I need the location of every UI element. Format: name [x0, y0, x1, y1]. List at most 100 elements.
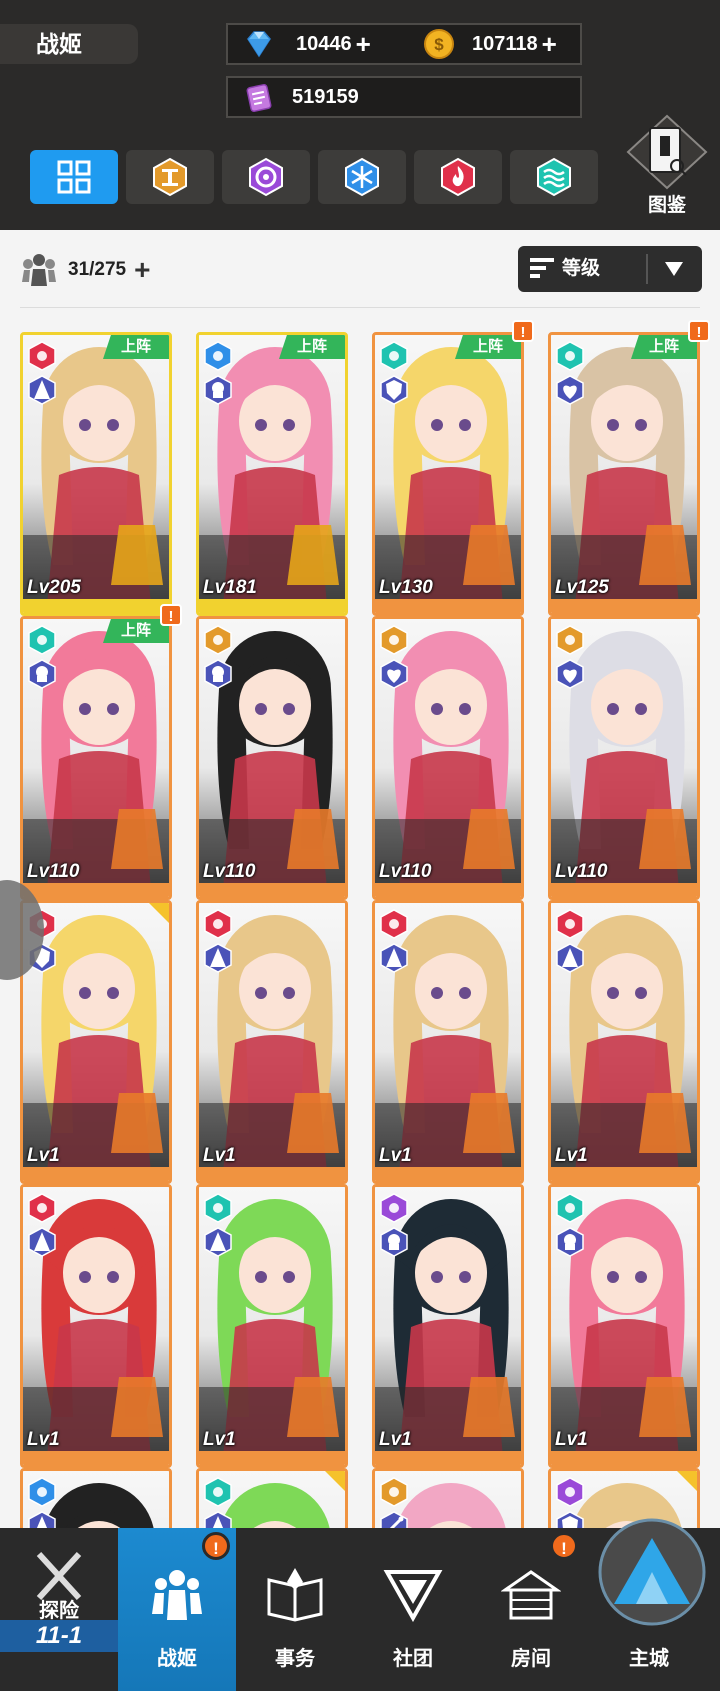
nav-explore-label: 探险 [39, 1600, 79, 1622]
role-badge-icon [556, 1227, 584, 1257]
coin-currency[interactable]: $ 107118 + [422, 25, 557, 63]
nav-main-city-label: 主城 [629, 1648, 669, 1670]
rarity-bar [199, 1451, 345, 1465]
rarity-bar [23, 599, 169, 613]
swirl-element-icon [249, 157, 283, 197]
rarity-bar [551, 599, 697, 613]
nav-explore[interactable]: 探险 11-1 [0, 1528, 118, 1691]
sort-dropdown[interactable]: 等级 [518, 246, 702, 292]
character-card[interactable]: Lv205 上阵 [20, 332, 172, 616]
character-card[interactable]: Lv130 上阵 [372, 332, 524, 616]
tab-fire[interactable] [414, 150, 502, 204]
nav-guild-label: 社团 [393, 1648, 433, 1670]
nav-affairs[interactable]: 事务 [236, 1528, 354, 1691]
element-badge-icon [28, 1193, 56, 1223]
rarity-bar [551, 1167, 697, 1181]
coin-amount: 107118 [472, 32, 538, 55]
group-icon [22, 254, 56, 286]
character-card[interactable]: Lv1 [548, 1184, 700, 1468]
add-coins-icon[interactable]: + [542, 31, 557, 57]
clipboard-icon [246, 83, 272, 113]
rarity-bar [23, 883, 169, 897]
svg-text:$: $ [434, 35, 444, 54]
character-level: Lv1 [379, 1145, 412, 1166]
atlas-label: 图鉴 [647, 195, 686, 216]
role-badge-icon [556, 659, 584, 689]
new-corner-marker [149, 903, 169, 923]
character-card[interactable]: Lv110 [196, 616, 348, 900]
add-gems-icon[interactable]: + [356, 31, 371, 57]
roster-count-text: 31/275 [68, 259, 127, 280]
card-alert-badge: ! [688, 320, 710, 342]
character-level: Lv1 [555, 1429, 588, 1450]
ticket-currency[interactable]: 519159 [242, 78, 359, 116]
tab-void[interactable] [222, 150, 310, 204]
currency-bar-secondary: 519159 [226, 76, 582, 118]
character-level: Lv1 [203, 1145, 236, 1166]
character-card[interactable]: Lv110 [548, 616, 700, 900]
snowflake-element-icon [345, 157, 379, 197]
rarity-bar [375, 599, 521, 613]
role-badge-icon [556, 943, 584, 973]
role-badge-icon [556, 375, 584, 405]
expand-roster-icon[interactable]: + [134, 256, 150, 284]
element-badge-icon [204, 1477, 232, 1507]
role-badge-icon [28, 659, 56, 689]
sort-icon [530, 258, 554, 278]
character-card[interactable]: Lv1 [372, 900, 524, 1184]
card-alert-badge: ! [512, 320, 534, 342]
role-badge-icon [204, 375, 232, 405]
character-card[interactable]: Lv125 上阵 [548, 332, 700, 616]
role-badge-icon [380, 375, 408, 405]
nav-heroines[interactable]: 战姬 ! [118, 1528, 236, 1691]
element-badge-icon [204, 341, 232, 371]
element-badge-icon [204, 1193, 232, 1223]
atlas-button[interactable]: 图鉴 [622, 114, 712, 218]
deployed-badge: 上阵 [279, 335, 345, 359]
character-level: Lv110 [555, 861, 608, 882]
character-card[interactable]: Lv1 [548, 900, 700, 1184]
tab-ice[interactable] [318, 150, 406, 204]
nav-guild[interactable]: 社团 [354, 1528, 472, 1691]
role-badge-icon [204, 1227, 232, 1257]
rarity-bar [23, 1451, 169, 1465]
character-card[interactable]: Lv1 [196, 900, 348, 1184]
nav-affairs-label: 事务 [275, 1648, 315, 1670]
role-badge-icon [204, 659, 232, 689]
character-card[interactable]: Lv181 上阵 [196, 332, 348, 616]
nav-main-city[interactable]: 主城 [590, 1518, 720, 1691]
group-icon [152, 1570, 202, 1620]
guild-emblem-icon [383, 1570, 443, 1622]
role-badge-icon [204, 943, 232, 973]
element-badge-icon [380, 341, 408, 371]
nav-heroines-label: 战姬 [157, 1648, 197, 1670]
rarity-bar [23, 1167, 169, 1181]
character-level: Lv1 [27, 1145, 60, 1166]
character-level: Lv1 [555, 1145, 588, 1166]
role-badge-icon [380, 1227, 408, 1257]
gem-currency[interactable]: 10446 + [242, 25, 371, 63]
coin-icon: $ [424, 29, 454, 59]
character-level: Lv181 [203, 577, 257, 598]
role-badge-icon [28, 375, 56, 405]
tab-water[interactable] [510, 150, 598, 204]
character-level: Lv205 [27, 577, 81, 598]
bottom-navigation: 探险 11-1 战姬 ! 事务 社团 房间 ! 主城 [0, 1518, 720, 1691]
character-level: Lv1 [203, 1429, 236, 1450]
character-card[interactable]: Lv1 [372, 1184, 524, 1468]
nav-room[interactable]: 房间 ! [472, 1528, 590, 1691]
rarity-bar [551, 1451, 697, 1465]
character-card[interactable]: Lv1 [196, 1184, 348, 1468]
rarity-bar [199, 599, 345, 613]
character-level: Lv110 [27, 861, 80, 882]
character-card[interactable]: Lv110 [372, 616, 524, 900]
element-badge-icon [380, 909, 408, 939]
grid-icon [57, 160, 91, 194]
rarity-bar [199, 1167, 345, 1181]
tab-all[interactable] [30, 150, 118, 204]
character-card[interactable]: Lv110 上阵 [20, 616, 172, 900]
character-level: Lv130 [379, 577, 433, 598]
nav-room-alert: ! [550, 1532, 578, 1560]
tab-earth[interactable] [126, 150, 214, 204]
character-card[interactable]: Lv1 [20, 1184, 172, 1468]
